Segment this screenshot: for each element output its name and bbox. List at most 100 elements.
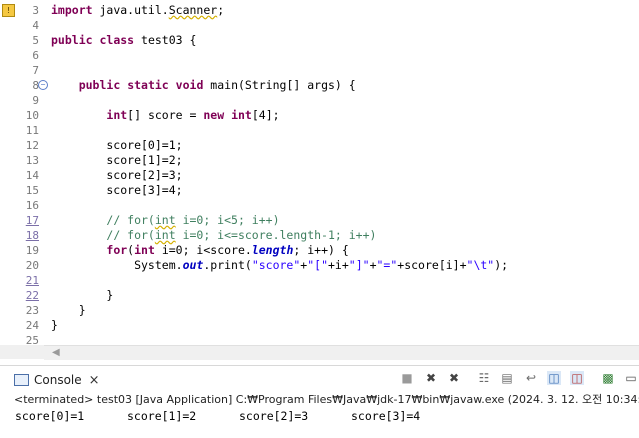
code-text: score[1]=2;	[51, 153, 183, 168]
fold-collapse-icon[interactable]: −	[38, 80, 48, 90]
line-number: 10	[25, 109, 39, 122]
output-item: score[2]=3	[239, 409, 309, 423]
console-status-text: <terminated> test03 [Java Application] C…	[14, 393, 639, 406]
code-token: score[3]=4;	[51, 183, 183, 197]
line-number: 25	[25, 334, 39, 345]
code-token: public	[78, 78, 121, 92]
line-number: 22	[25, 289, 39, 302]
code-line: 16	[0, 198, 639, 213]
horizontal-scrollbar[interactable]: ◀	[44, 345, 639, 360]
code-token: }	[51, 288, 114, 302]
tab-console[interactable]: Console ×	[14, 370, 100, 390]
display-selected-console-icon[interactable]: ▩	[601, 371, 615, 385]
line-number: 9	[32, 94, 39, 107]
code-token: length	[251, 243, 294, 257]
code-token: [4];	[251, 108, 280, 122]
code-line: 14 score[2]=3;	[0, 168, 639, 183]
word-wrap-icon[interactable]: ↩	[524, 371, 538, 385]
output-item: score[3]=4	[351, 409, 421, 423]
gutter-bottom	[0, 345, 44, 359]
code-line: 6	[0, 48, 639, 63]
code-line: 21	[0, 273, 639, 288]
code-token: new	[203, 108, 225, 122]
code-token: int	[134, 243, 155, 257]
code-line: 23 }	[0, 303, 639, 318]
code-token: i=0; i<score.	[154, 243, 252, 257]
clear-console-icon[interactable]: ☷	[477, 371, 491, 385]
show-on-error-icon[interactable]: ◫	[570, 371, 584, 385]
code-token: void	[175, 78, 204, 92]
code-token: class	[99, 33, 135, 47]
code-text: score[3]=4;	[51, 183, 183, 198]
code-token: i=0; i<=score.length-1; i++)	[175, 228, 377, 242]
scroll-left-arrow-icon[interactable]: ◀	[52, 346, 60, 360]
code-text: score[2]=3;	[51, 168, 183, 183]
code-token: System.	[51, 258, 183, 272]
code-token: // for(	[106, 213, 155, 227]
code-token: "["	[307, 258, 328, 272]
code-token: java.util.	[92, 3, 169, 17]
line-number: 3	[32, 4, 39, 17]
code-line: 17 // for(int i=0; i<5; i++)	[0, 213, 639, 228]
code-token: score[2]=3;	[51, 168, 183, 182]
code-token: [] score =	[127, 108, 204, 122]
code-text: }	[51, 288, 113, 303]
line-number: 16	[25, 199, 39, 212]
stop-icon[interactable]: ■	[400, 371, 414, 385]
line-number: 14	[25, 169, 39, 182]
code-token: "score"	[251, 258, 301, 272]
line-number: 19	[25, 244, 39, 257]
line-number: 20	[25, 259, 39, 272]
line-number: 23	[25, 304, 39, 317]
code-token: score[0]=1;	[51, 138, 183, 152]
remove-launch-icon[interactable]: ✖	[424, 371, 438, 385]
line-number: 8	[32, 79, 39, 92]
code-line: 20 System.out.print("score"+"["+i+"]"+"=…	[0, 258, 639, 273]
console-output[interactable]: score[0]=1 score[1]=2 score[2]=3 score[3…	[0, 407, 639, 438]
show-on-output-icon[interactable]: ◫	[547, 371, 561, 385]
code-editor[interactable]: ! 3 import java.util.Scanner; 4 5 public clas…	[0, 0, 639, 345]
remove-all-terminated-icon[interactable]: ✖	[447, 371, 461, 385]
code-text: public class test03 {	[51, 33, 196, 48]
code-token: test03 {	[134, 33, 197, 47]
open-console-icon[interactable]: ▭	[624, 371, 638, 385]
close-icon[interactable]: ×	[89, 371, 100, 391]
code-token: }	[51, 303, 86, 317]
console-header: Console × ■ ✖ ✖ ☷ ▤ ↩ ◫ ◫ ▩ ▭	[0, 365, 639, 393]
code-line: 18 // for(int i=0; i<=score.length-1; i+…	[0, 228, 639, 243]
line-number: 5	[32, 34, 39, 47]
code-token: score[1]=2;	[51, 153, 183, 167]
code-text: // for(int i=0; i<=score.length-1; i++)	[51, 228, 376, 243]
code-text: }	[51, 318, 58, 333]
line-number: 11	[25, 124, 39, 137]
code-line: ! 3 import java.util.Scanner;	[0, 3, 639, 18]
scroll-lock-icon[interactable]: ▤	[500, 371, 514, 385]
code-token: i=0; i<5; i++)	[175, 213, 280, 227]
code-line: 8− public static void main(String[] args…	[0, 78, 639, 93]
code-token: ;	[217, 3, 225, 17]
line-number: 17	[25, 214, 39, 227]
output-item: score[1]=2	[127, 409, 197, 423]
code-token: import	[51, 3, 93, 17]
line-number: 24	[25, 319, 39, 332]
code-text: }	[51, 303, 86, 318]
code-token: "="	[376, 258, 398, 272]
code-token: +score[i]+	[397, 258, 467, 272]
code-token: "]"	[348, 258, 370, 272]
code-line: 11	[0, 123, 639, 138]
code-token: Scanner	[168, 3, 218, 17]
code-token: public	[51, 33, 93, 47]
code-token: );	[494, 258, 509, 272]
code-token: .print(	[203, 258, 252, 272]
code-line: 4	[0, 18, 639, 33]
code-line: 7	[0, 63, 639, 78]
console-status-line: <terminated> test03 [Java Application] C…	[0, 392, 639, 407]
line-number: 13	[25, 154, 39, 167]
code-line: 9	[0, 93, 639, 108]
code-token: "\t"	[466, 258, 495, 272]
line-number: 15	[25, 184, 39, 197]
